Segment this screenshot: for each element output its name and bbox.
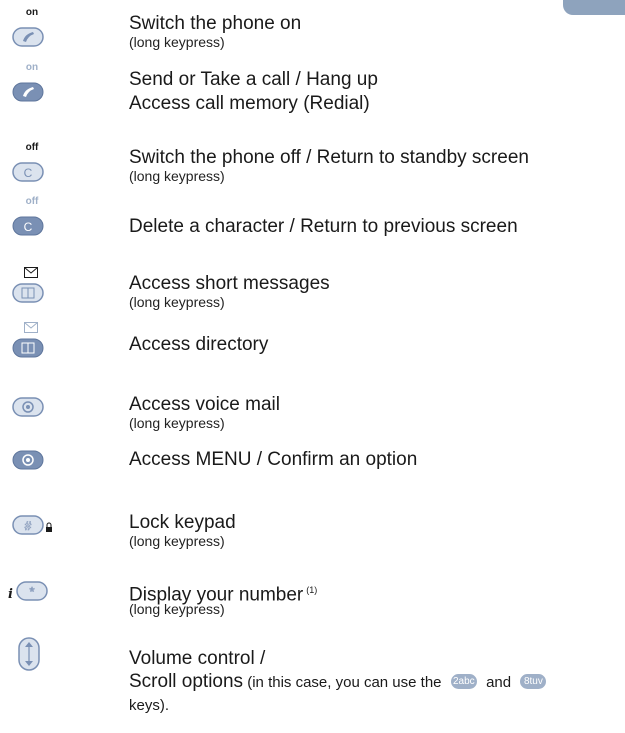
call-key-filled: on: [12, 62, 52, 102]
voice-mail-text: Access voice mail: [129, 394, 280, 415]
switch-on-text: Switch the phone on: [129, 13, 302, 34]
book-outline-icon: [12, 283, 44, 303]
menu-ring-filled-icon: [12, 450, 44, 470]
off-label-light: off: [25, 196, 39, 207]
menu-text: Access MENU / Confirm an option: [129, 449, 418, 470]
svg-text:C: C: [24, 166, 33, 180]
page-tab-corner: [563, 0, 625, 15]
clear-key-filled: off C: [12, 196, 52, 236]
on-label: on: [25, 7, 39, 18]
volume-text: Volume control /: [129, 648, 266, 669]
scroll-options-line: Scroll options (in this case, you can us…: [129, 670, 550, 694]
short-messages-text: Access short messages: [129, 273, 330, 294]
clear-c-filled-icon: C: [12, 216, 44, 236]
book-filled-icon: [12, 338, 44, 358]
key-2abc-icon: 2abc: [450, 674, 477, 690]
menu-ring-outline-icon: [12, 397, 44, 417]
lock-keypad-sub: (long keypress): [129, 533, 225, 549]
key-8tuv-icon: 8tuv: [520, 674, 547, 690]
scroll-options-bold: Scroll options: [129, 671, 244, 692]
short-messages-sub: (long keypress): [129, 294, 225, 310]
call-key-outline: on: [12, 7, 52, 47]
switch-off-sub: (long keypress): [129, 168, 225, 184]
up-down-navigation-icon: [18, 637, 40, 671]
info-i-icon: i: [8, 587, 13, 601]
delete-char-text: Delete a character / Return to previous …: [129, 216, 518, 237]
phone-handset-outline-icon: [12, 27, 44, 47]
keys-end-text: keys).: [129, 697, 170, 714]
footnote-marker: (1): [306, 585, 318, 595]
nav-key: [18, 637, 40, 671]
scroll-options-rest: (in this case, you can use the: [243, 674, 442, 691]
off-label: off: [25, 142, 39, 153]
padlock-icon: [46, 522, 52, 532]
call-memory-text: Access call memory (Redial): [129, 93, 370, 114]
svg-text:C: C: [24, 220, 33, 234]
hash-key-icon: #: [12, 515, 52, 535]
lock-keypad-text: Lock keypad: [129, 512, 236, 533]
on-label-light: on: [25, 62, 39, 73]
directory-text: Access directory: [129, 334, 269, 355]
switch-off-text: Switch the phone off / Return to standby…: [129, 147, 529, 168]
menu-key-outline: [12, 397, 52, 417]
messages-key-filled: [12, 322, 52, 358]
clear-key-outline: off C: [12, 142, 52, 182]
clear-c-outline-icon: C: [12, 162, 44, 182]
switch-on-sub: (long keypress): [129, 34, 225, 50]
send-call-text: Send or Take a call / Hang up: [129, 69, 378, 90]
envelope-icon: [24, 267, 38, 278]
display-number-sub: (long keypress): [129, 601, 225, 617]
voice-mail-sub: (long keypress): [129, 415, 225, 431]
phone-handset-filled-icon: [12, 82, 44, 102]
svg-text:#: #: [25, 519, 32, 533]
svg-text:*: *: [29, 584, 34, 599]
star-key: i *: [4, 581, 64, 601]
star-key-icon: i *: [8, 581, 48, 601]
envelope-light-icon: [24, 322, 38, 333]
messages-key-outline: [12, 267, 52, 303]
menu-key-filled: [12, 450, 52, 470]
hash-key: #: [12, 515, 62, 535]
and-text: and: [486, 674, 512, 691]
